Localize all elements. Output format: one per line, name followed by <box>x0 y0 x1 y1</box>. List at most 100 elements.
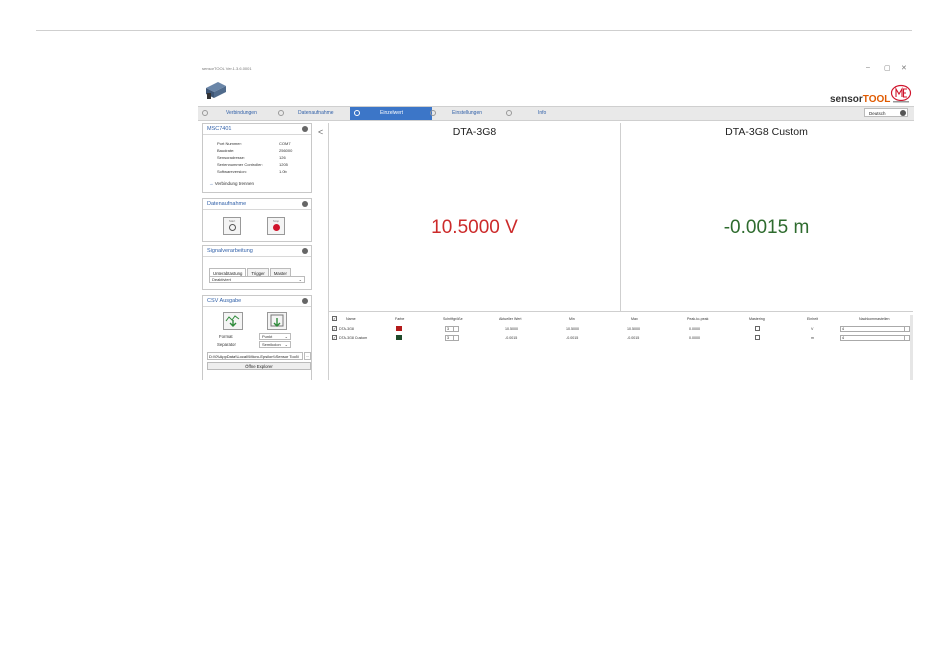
table-scrollbar[interactable] <box>910 315 913 380</box>
brand-tool: TOOL <box>862 94 891 105</box>
maximize-button[interactable]: ▢ <box>884 64 891 72</box>
format-select[interactable]: Punkt ⌄ <box>259 333 291 340</box>
info-icon <box>506 109 512 116</box>
column-header-mastering: Mastering <box>749 317 765 321</box>
tab-info[interactable]: Info <box>502 107 582 120</box>
serial-value: 1205 <box>279 162 288 167</box>
value-display-1: DTA-3G8 10.5000 V <box>329 123 620 311</box>
csv-export-icon[interactable] <box>223 312 243 330</box>
format-label: Format <box>219 334 233 339</box>
separator-select[interactable]: Semikolon ⌄ <box>259 341 291 348</box>
separator-label: Separator <box>217 342 236 347</box>
tab-label: Verbindungen <box>226 110 257 116</box>
arrow-right-icon: → <box>209 181 214 186</box>
font-size-spinner[interactable]: 3 <box>445 326 459 332</box>
baudrate-value: 256000 <box>279 148 293 153</box>
sensor-address-value: 126 <box>279 155 286 160</box>
current-value: -0.0015 <box>505 336 518 340</box>
tab-label: Einstellungen <box>452 110 483 116</box>
font-size-spinner[interactable]: 3 <box>445 335 459 341</box>
spinner-arrows-icon <box>904 327 909 331</box>
column-header-decimals: Nachkommastellen <box>859 317 890 321</box>
close-button[interactable]: ✕ <box>901 64 907 72</box>
column-header-p2p: Peak-to-peak <box>687 317 709 321</box>
mastering-checkbox[interactable] <box>755 326 760 331</box>
record-icon <box>278 109 284 116</box>
disconnect-link[interactable]: → Verbindung trennen <box>209 181 254 186</box>
row-checkbox[interactable]: ✓ <box>332 335 337 340</box>
tab-einstellungen[interactable]: Einstellungen <box>428 107 504 120</box>
chevron-down-icon: ⌄ <box>298 277 302 282</box>
language-value: Deutsch <box>869 111 886 116</box>
chevron-down-icon <box>900 110 906 116</box>
select-all-checkbox[interactable]: ✓ <box>332 316 337 321</box>
collapse-icon[interactable] <box>302 201 308 207</box>
signal-panel-header[interactable]: Signalverarbeitung <box>203 246 311 257</box>
unit-value: m <box>811 336 814 340</box>
serial-label: Seriennummer Controller: <box>217 162 263 167</box>
row-name: DTA-3G8 Custom <box>339 336 368 340</box>
minimize-button[interactable]: – <box>866 64 870 71</box>
tab-label: Einzelwert <box>380 110 404 116</box>
min-value: 10.5000 <box>566 327 579 331</box>
tab-einzelwert[interactable]: Einzelwert <box>350 107 432 120</box>
p2p-value: 0.0000 <box>689 327 700 331</box>
stop-recording-button[interactable]: Stop <box>267 217 285 235</box>
recording-panel: Datenaufnahme Start Stop <box>202 198 312 242</box>
brand-sensor: sensor <box>830 94 863 105</box>
max-value: 10.5000 <box>627 327 640 331</box>
open-explorer-button[interactable]: Öffne Explorer <box>207 362 311 370</box>
language-select[interactable]: Deutsch <box>864 108 908 117</box>
collapse-icon[interactable] <box>302 248 308 254</box>
mastering-checkbox[interactable] <box>755 335 760 340</box>
column-header-max: Max <box>631 317 638 321</box>
micro-epsilon-logo-icon <box>890 84 912 103</box>
max-value: -0.0015 <box>627 336 640 340</box>
spinner-arrows-icon <box>453 327 458 331</box>
decimals-spinner[interactable]: 4 <box>840 326 910 332</box>
window-title: sensorTOOL Ver.1.3.6.0001 <box>202 66 252 71</box>
baudrate-label: Baudrate: <box>217 148 235 153</box>
collapse-icon[interactable] <box>302 126 308 132</box>
sidebar: MSC7401 Port Nummer: COM7 Baudrate: 256000… <box>202 123 312 380</box>
disconnect-label: Verbindung trennen <box>214 181 255 186</box>
software-label: Softwareversion: <box>217 169 247 174</box>
csv-panel-header[interactable]: CSV Ausgabe <box>203 296 311 307</box>
collapse-icon[interactable] <box>302 298 308 304</box>
browse-path-button[interactable]: ... <box>304 352 311 360</box>
current-value: 10.5000 <box>505 327 518 331</box>
tab-datenaufnahme[interactable]: Datenaufnahme <box>276 107 352 120</box>
display-value: 10.5000 V <box>431 217 518 238</box>
chevron-down-icon: ⌄ <box>284 334 288 339</box>
color-swatch[interactable] <box>396 335 402 340</box>
port-value: COM7 <box>279 141 291 146</box>
device-panel-header[interactable]: MSC7401 <box>203 124 311 135</box>
row-checkbox[interactable]: ✓ <box>332 326 337 331</box>
csv-path-input[interactable]: D:\\0\\AppData\\Local\\Micro-Epsilon\\Se… <box>207 352 303 360</box>
collapse-sidebar-icon[interactable]: < <box>318 127 323 137</box>
record-icon <box>229 224 236 231</box>
value-display-2: DTA-3G8 Custom -0.0015 m <box>621 123 912 311</box>
p2p-value: 0.0000 <box>689 336 700 340</box>
display-value: -0.0015 m <box>723 217 810 238</box>
spinner-arrows-icon <box>904 336 909 340</box>
unit-value: V <box>811 327 814 331</box>
color-swatch[interactable] <box>396 326 402 331</box>
plug-icon <box>202 109 208 116</box>
stop-label: Stop <box>272 219 280 223</box>
page-top-rule <box>36 30 912 31</box>
port-label: Port Nummer: <box>217 141 242 146</box>
csv-save-icon[interactable] <box>267 312 287 330</box>
decimals-value: 4 <box>842 327 844 331</box>
tab-verbindungen[interactable]: Verbindungen <box>198 107 280 120</box>
decimals-spinner[interactable]: 4 <box>840 335 910 341</box>
column-header-font-size: Schriftgröße <box>443 317 463 321</box>
start-recording-button[interactable]: Start <box>223 217 241 235</box>
signal-mode-select[interactable]: Deaktiviert ⌄ <box>209 276 305 283</box>
title-bar: sensorTOOL Ver.1.3.6.0001 – ▢ ✕ <box>198 60 914 78</box>
column-header-current: Aktueller Wert <box>499 317 522 321</box>
separator-value: Semikolon <box>262 342 281 347</box>
csv-panel-title: CSV Ausgabe <box>207 298 242 304</box>
decimals-value: 4 <box>842 336 844 340</box>
recording-panel-header[interactable]: Datenaufnahme <box>203 199 311 210</box>
